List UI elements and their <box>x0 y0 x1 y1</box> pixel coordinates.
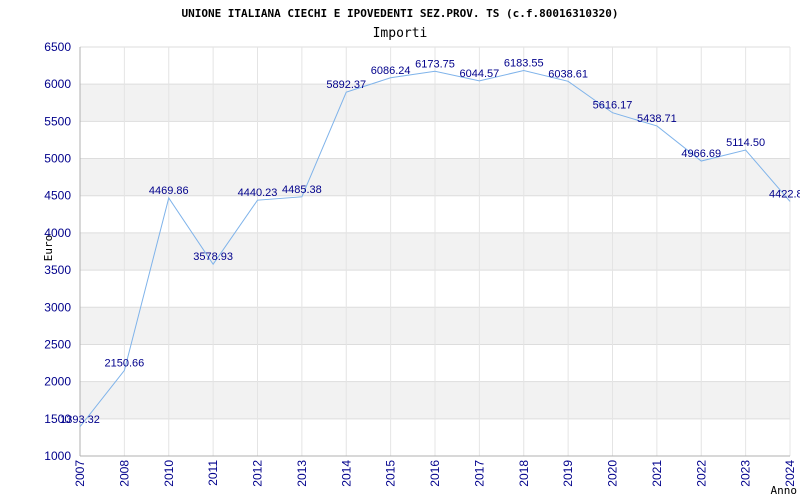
data-label: 5892.37 <box>326 79 366 91</box>
y-tick-label: 2000 <box>44 375 71 389</box>
data-label: 3578.93 <box>193 251 233 263</box>
y-tick-label: 6500 <box>44 40 71 54</box>
x-tick-label: 2017 <box>472 460 486 487</box>
x-tick-label: 2023 <box>739 460 753 487</box>
data-label: 4966.69 <box>681 148 721 160</box>
data-label: 6038.61 <box>548 68 588 80</box>
y-tick-label: 1000 <box>44 449 71 463</box>
x-axis-label: Anno <box>771 484 798 497</box>
x-tick-label: 2022 <box>694 460 708 487</box>
data-label: 4485.38 <box>282 184 322 196</box>
data-label: 5114.50 <box>726 137 765 149</box>
x-tick-label: 2010 <box>162 460 176 487</box>
x-tick-label: 2007 <box>73 460 87 487</box>
y-tick-label: 3000 <box>44 300 71 314</box>
x-tick-label: 2019 <box>561 460 575 487</box>
y-tick-label: 3500 <box>44 263 71 277</box>
data-label: 4440.23 <box>238 187 278 199</box>
x-tick-label: 2021 <box>650 460 664 487</box>
y-tick-label: 6000 <box>44 77 71 91</box>
y-tick-label: 4500 <box>44 189 71 203</box>
data-label: 6183.55 <box>504 58 544 70</box>
x-tick-label: 2012 <box>251 460 265 487</box>
x-tick-label: 2020 <box>606 460 620 487</box>
x-tick-label: 2008 <box>117 460 131 487</box>
chart: 6500600055005000450040003500300025002000… <box>42 7 800 497</box>
x-tick-label: 2011 <box>206 460 220 486</box>
data-label: 4422.8 <box>769 188 800 200</box>
y-tick-label: 5500 <box>44 114 71 128</box>
chart-subtitle: Importi <box>373 26 428 41</box>
y-tick-label: 5000 <box>44 152 71 166</box>
data-label: 5616.17 <box>593 100 633 112</box>
x-tick-label: 2014 <box>339 460 353 487</box>
x-tick-label: 2013 <box>295 460 309 487</box>
x-tick-label: 2024 <box>783 460 797 487</box>
x-tick-label: 2015 <box>384 460 398 487</box>
y-tick-label: 2500 <box>44 337 71 351</box>
data-label: 6044.57 <box>459 68 499 80</box>
data-label: 4469.86 <box>149 185 189 197</box>
x-tick-labels: 2007 2008 2010 2011 2012 2013 2014 2015 2016 2017… <box>73 460 797 487</box>
x-tick-label: 2018 <box>517 460 531 487</box>
chart-title: UNIONE ITALIANA CIECHI E IPOVEDENTI SEZ.… <box>181 7 618 20</box>
x-tick-label: 2016 <box>428 460 442 487</box>
data-label: 6086.24 <box>371 65 411 77</box>
y-axis-label: Euro <box>42 235 55 262</box>
data-label: 1393.32 <box>60 414 100 426</box>
data-label: 6173.75 <box>415 58 455 70</box>
data-label: 5438.71 <box>637 113 677 125</box>
data-label: 2150.66 <box>104 357 144 369</box>
